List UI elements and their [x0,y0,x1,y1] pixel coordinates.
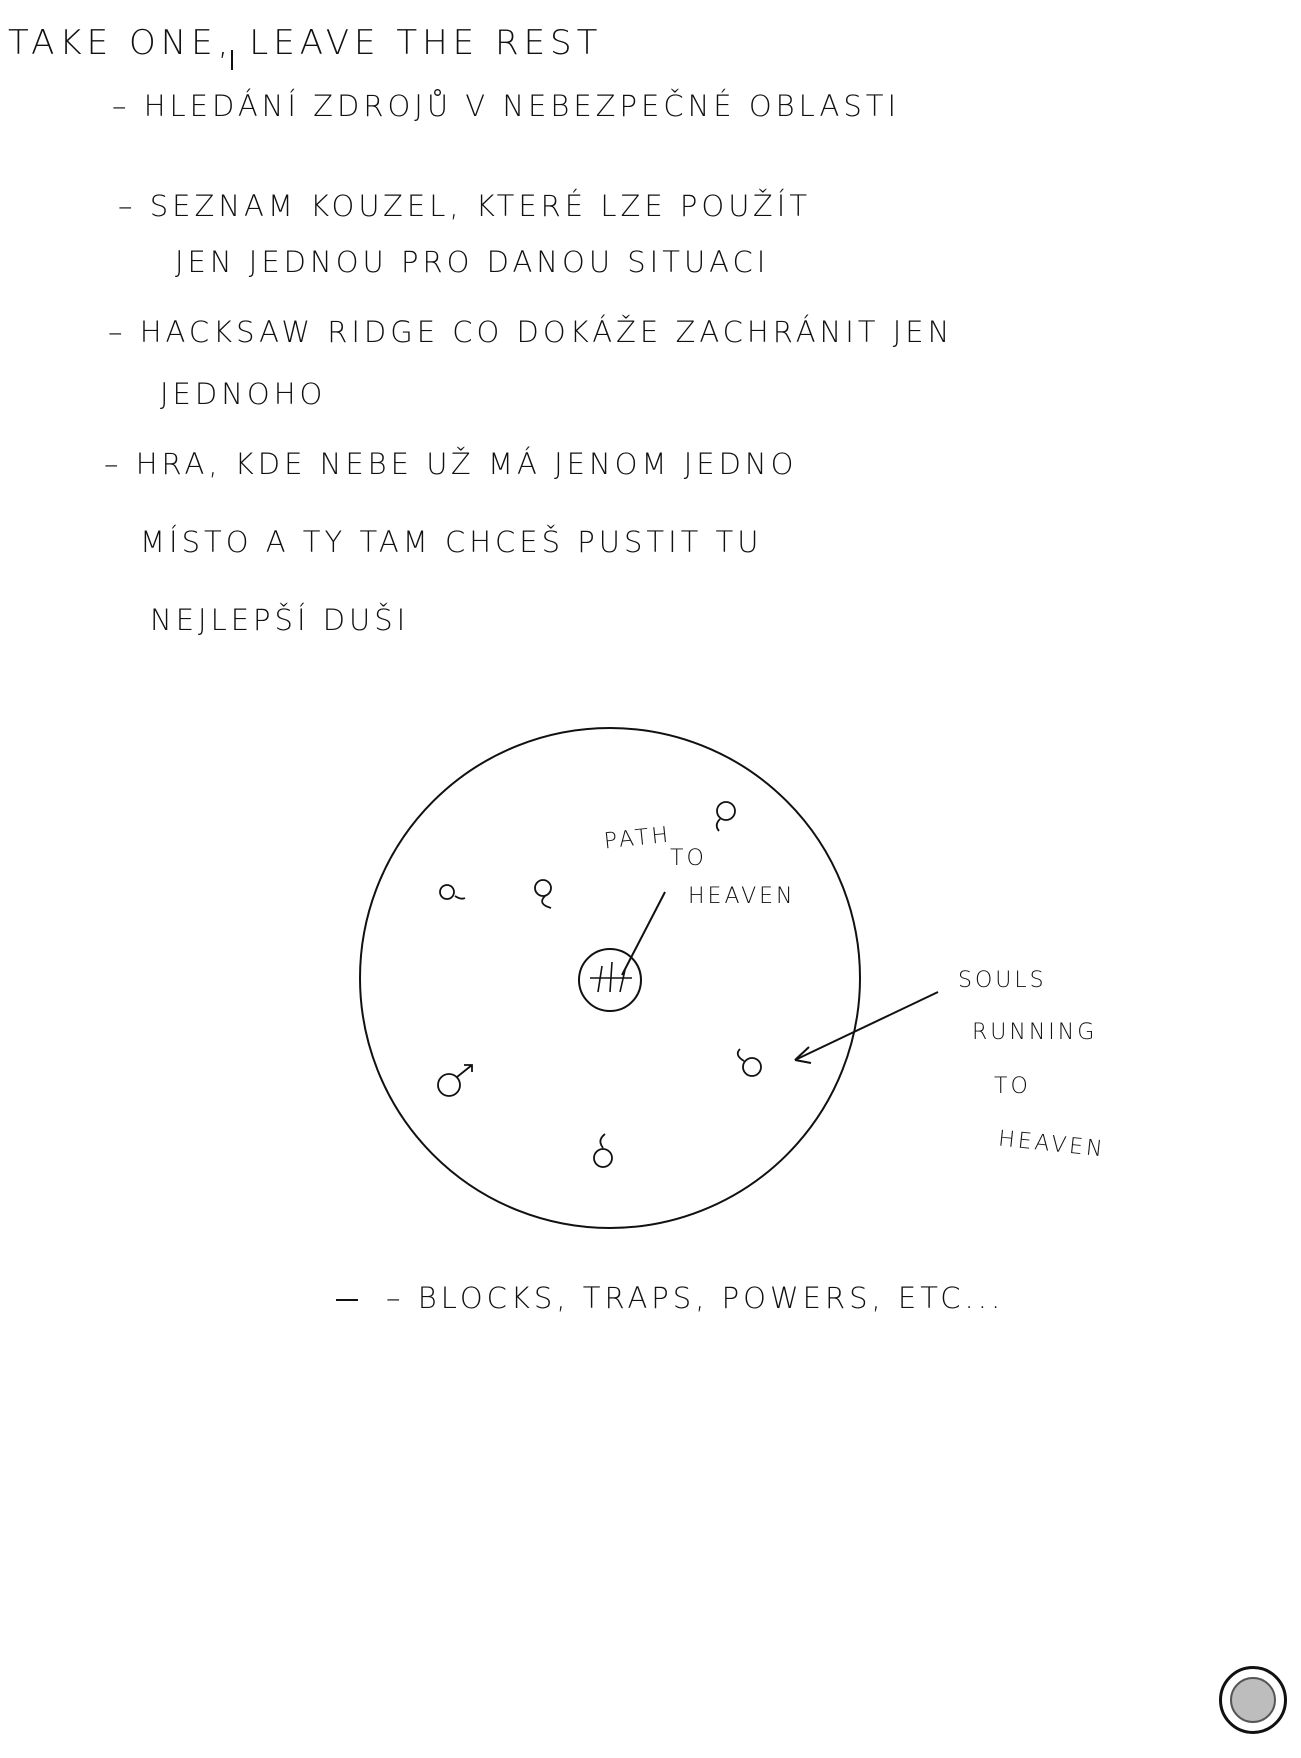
soul-figure-icon [593,1133,613,1168]
world-circle [359,727,861,1229]
note-line-8: NEJLEPŠÍ DUŠI [150,603,410,637]
souls-label-2: RUNNING [972,1020,1098,1045]
path-pointer-line [621,891,666,976]
note-page: TAKE ONE, LEAVE THE REST – HLEDÁNÍ ZDROJ… [0,0,1301,1758]
record-button-icon[interactable] [1230,1677,1276,1723]
heaven-gate-icon [578,948,642,1012]
soul-figure-icon [439,884,466,900]
path-label-1: PATH [602,822,673,855]
note-line-4: – HACKSAW RIDGE CO DOKÁŽE ZACHRÁNIT JEN [108,315,954,349]
note-line-7: MÍSTO A TY TAM CHCEŠ PUSTIT TU [140,525,763,559]
note-line-2: – SEZNAM KOUZEL, KTERÉ LZE POUŽÍT [118,189,812,223]
souls-arrow [794,991,939,1064]
path-label-3: HEAVEN [688,884,796,909]
soul-figure-icon [736,1048,762,1077]
record-button[interactable] [1219,1666,1287,1734]
soul-figure-icon [715,801,736,832]
note-line-5: JEDNOHO [160,377,327,411]
souls-label-4: HEAVEN [997,1126,1107,1163]
souls-label-3: TO [994,1074,1031,1099]
note-line-1: – HLEDÁNÍ ZDROJŮ V NEBEZPEČNÉ OBLASTI [112,89,900,123]
souls-label-1: SOULS [958,968,1047,993]
page-title: TAKE ONE, LEAVE THE REST [8,23,603,63]
path-label-2: TO [670,846,707,871]
soul-figure-icon [534,879,552,909]
footer-note: – BLOCKS, TRAPS, POWERS, ETC... [386,1281,1005,1315]
soul-figure-icon [437,1064,473,1097]
note-line-6: – HRA, KDE NEBE UŽ MÁ JENOM JEDNO [104,447,798,481]
note-line-3: JEN JEDNOU PRO DANOU SITUACI [175,245,770,279]
